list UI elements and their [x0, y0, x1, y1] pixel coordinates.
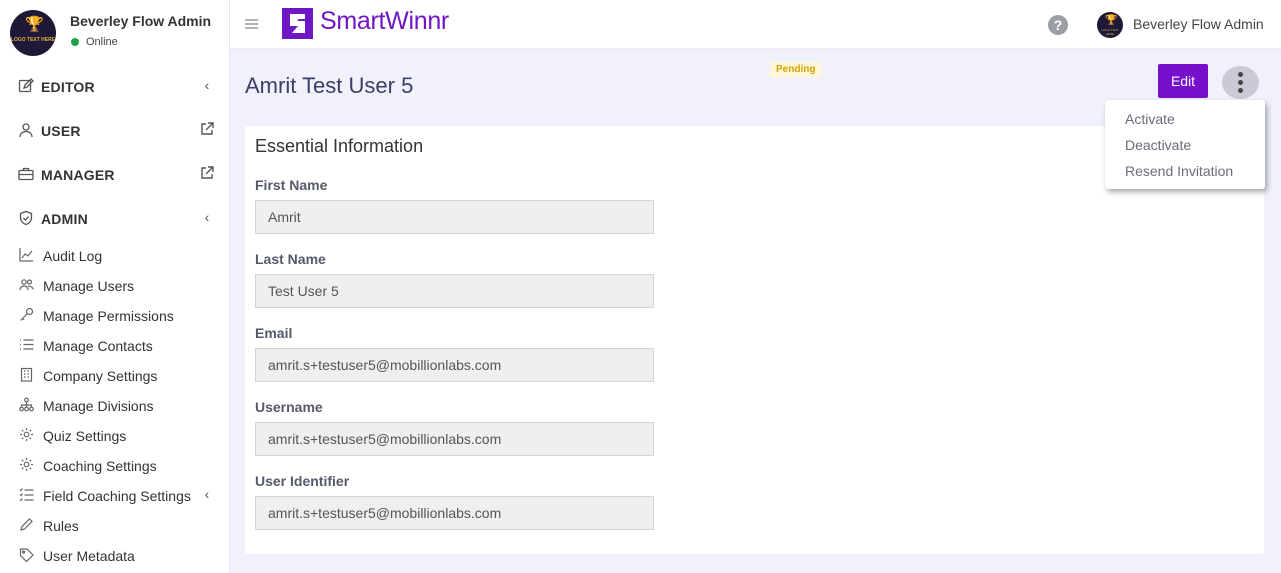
gear-icon — [19, 457, 34, 472]
building-icon — [19, 367, 34, 382]
sidebar-item-user-metadata[interactable]: User Metadata — [0, 542, 230, 568]
chevron-left-icon: ‹ — [204, 209, 210, 225]
trophy-icon: 🏆 — [1105, 15, 1118, 26]
sidebar-item-label: Company Settings — [43, 368, 158, 384]
sidebar-section-admin[interactable]: ADMIN ‹ — [0, 203, 230, 233]
sidebar-item-label: Rules — [43, 518, 79, 534]
external-link-icon — [200, 166, 214, 180]
last-name-field: Test User 5 — [255, 274, 654, 308]
sidebar-item-manage-users[interactable]: Manage Users — [0, 272, 230, 298]
first-name-field: Amrit — [255, 200, 654, 234]
sidebar-item-label: Manage Users — [43, 278, 135, 294]
top-header: SmartWinnr ? 🏆 LOGO TEXT HERE Beverley F… — [230, 0, 1281, 49]
chevron-left-icon: ‹ — [204, 77, 210, 93]
menu-item-deactivate[interactable]: Deactivate — [1125, 137, 1191, 153]
sidebar-item-label: Field Coaching Settings — [43, 488, 191, 504]
pen-icon — [19, 517, 34, 532]
username-field: amrit.s+testuser5@mobillionlabs.com — [255, 422, 654, 456]
sidebar-item-manage-divisions[interactable]: Manage Divisions — [0, 392, 230, 418]
sidebar-item-rules[interactable]: Rules — [0, 512, 230, 538]
sidebar-item-company-settings[interactable]: Company Settings — [0, 362, 230, 388]
email-field: amrit.s+testuser5@mobillionlabs.com — [255, 348, 654, 382]
help-icon[interactable]: ? — [1048, 15, 1068, 35]
sidebar-item-quiz-settings[interactable]: Quiz Settings — [0, 422, 230, 448]
key-icon — [19, 307, 34, 322]
brand-name[interactable]: SmartWinnr — [320, 7, 449, 36]
user-identifier-field: amrit.s+testuser5@mobillionlabs.com — [255, 496, 654, 530]
sidebar-item-manage-permissions[interactable]: Manage Permissions — [0, 302, 230, 328]
sidebar-section-manager[interactable]: MANAGER — [0, 159, 230, 189]
sidebar-item-label: Audit Log — [43, 248, 103, 264]
more-vertical-icon-dot — [1238, 80, 1243, 85]
edit-icon — [18, 78, 34, 94]
sidebar-section-label: EDITOR — [41, 79, 95, 95]
page-title: Amrit Test User 5 — [245, 73, 414, 98]
sidebar-item-audit-log[interactable]: Audit Log — [0, 242, 230, 268]
sidebar-item-field-coaching-settings[interactable]: Field Coaching Settings ‹ — [0, 482, 230, 508]
sidebar-item-label: Manage Contacts — [43, 338, 153, 354]
hamburger-menu-icon[interactable] — [245, 18, 258, 30]
user-icon — [18, 122, 34, 138]
tag-icon — [19, 547, 34, 562]
online-status-label: Online — [86, 36, 118, 48]
list-icon — [19, 337, 34, 352]
last-name-label: Last Name — [255, 251, 326, 267]
sidebar-item-label: Coaching Settings — [43, 458, 157, 474]
list-check-icon — [19, 487, 34, 502]
sidebar-profile: 🏆 LOGO TEXT HERE Beverley Flow Admin Onl… — [0, 0, 230, 62]
avatar[interactable]: 🏆 LOGO TEXT HERE — [10, 10, 56, 56]
more-options-button[interactable] — [1222, 66, 1259, 99]
header-avatar[interactable]: 🏆 LOGO TEXT HERE — [1097, 12, 1123, 38]
sidebar-item-label: Manage Permissions — [43, 308, 174, 324]
online-status-dot — [71, 38, 79, 46]
essential-information-card: Essential Information First Name Amrit L… — [245, 126, 1264, 554]
sidebar: 🏆 LOGO TEXT HERE Beverley Flow Admin Onl… — [0, 0, 230, 573]
users-icon — [19, 277, 34, 292]
chevron-left-icon: ‹ — [204, 486, 210, 502]
email-label: Email — [255, 325, 293, 341]
sidebar-section-label: MANAGER — [41, 167, 115, 183]
profile-name: Beverley Flow Admin — [70, 13, 212, 29]
status-badge: Pending — [770, 62, 822, 77]
sidebar-item-label: Manage Divisions — [43, 398, 154, 414]
brand-logo-icon[interactable] — [282, 8, 313, 39]
more-vertical-icon — [1238, 72, 1243, 77]
sidebar-item-manage-contacts[interactable]: Manage Contacts — [0, 332, 230, 358]
sidebar-section-editor[interactable]: EDITOR ‹ — [0, 71, 230, 101]
first-name-label: First Name — [255, 177, 328, 193]
logo-text: LOGO TEXT HERE — [10, 37, 56, 43]
external-link-icon — [200, 122, 214, 136]
user-identifier-label: User Identifier — [255, 473, 350, 489]
menu-item-resend-invitation[interactable]: Resend Invitation — [1125, 163, 1233, 179]
chart-line-icon — [19, 247, 34, 262]
sidebar-item-label: Quiz Settings — [43, 428, 127, 444]
hierarchy-icon — [19, 397, 34, 412]
menu-item-activate[interactable]: Activate — [1125, 111, 1175, 127]
edit-button[interactable]: Edit — [1158, 64, 1208, 98]
briefcase-icon — [18, 166, 34, 182]
sidebar-item-label: User Metadata — [43, 548, 135, 564]
sidebar-item-coaching-settings[interactable]: Coaching Settings — [0, 452, 230, 478]
card-title: Essential Information — [255, 136, 424, 156]
shield-icon — [18, 210, 34, 226]
header-user-name[interactable]: Beverley Flow Admin — [1133, 16, 1264, 32]
username-label: Username — [255, 399, 323, 415]
sidebar-section-label: USER — [41, 123, 81, 139]
trophy-icon: 🏆 — [25, 16, 44, 33]
gear-icon — [19, 427, 34, 442]
more-vertical-icon-dot — [1238, 88, 1243, 93]
logo-text: LOGO TEXT HERE — [1101, 28, 1119, 36]
sidebar-section-user[interactable]: USER — [0, 115, 230, 145]
actions-dropdown-menu: Activate Deactivate Resend Invitation — [1105, 100, 1265, 189]
sidebar-section-label: ADMIN — [41, 211, 88, 227]
